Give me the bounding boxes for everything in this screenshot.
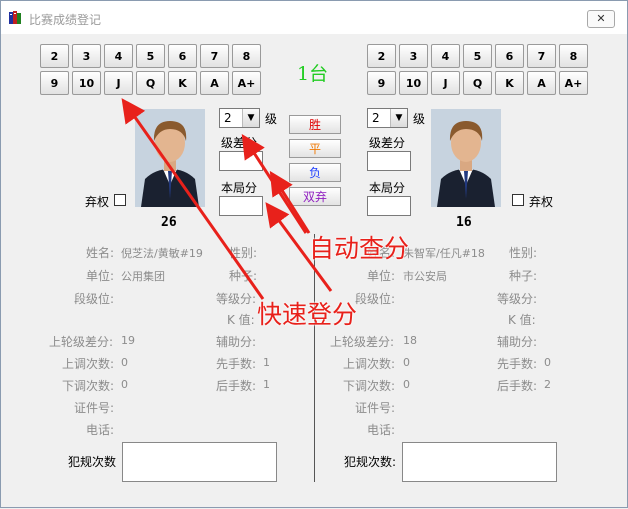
arrow-to-card-buttons — [121, 98, 265, 300]
arrow-to-level-diff — [269, 170, 311, 234]
auto-check-annotation: 自动查分 — [309, 234, 410, 263]
score-registration-window: 比赛成绩登记 ✕ 2 3 4 5 6 7 8 9 10 J Q K A A+ 2 3 4 5 6 7 8 9 10 J Q K A… — [0, 0, 628, 508]
quick-score-annotation: 快速登分 — [257, 300, 358, 329]
arrow-to-grade-select — [241, 133, 308, 234]
